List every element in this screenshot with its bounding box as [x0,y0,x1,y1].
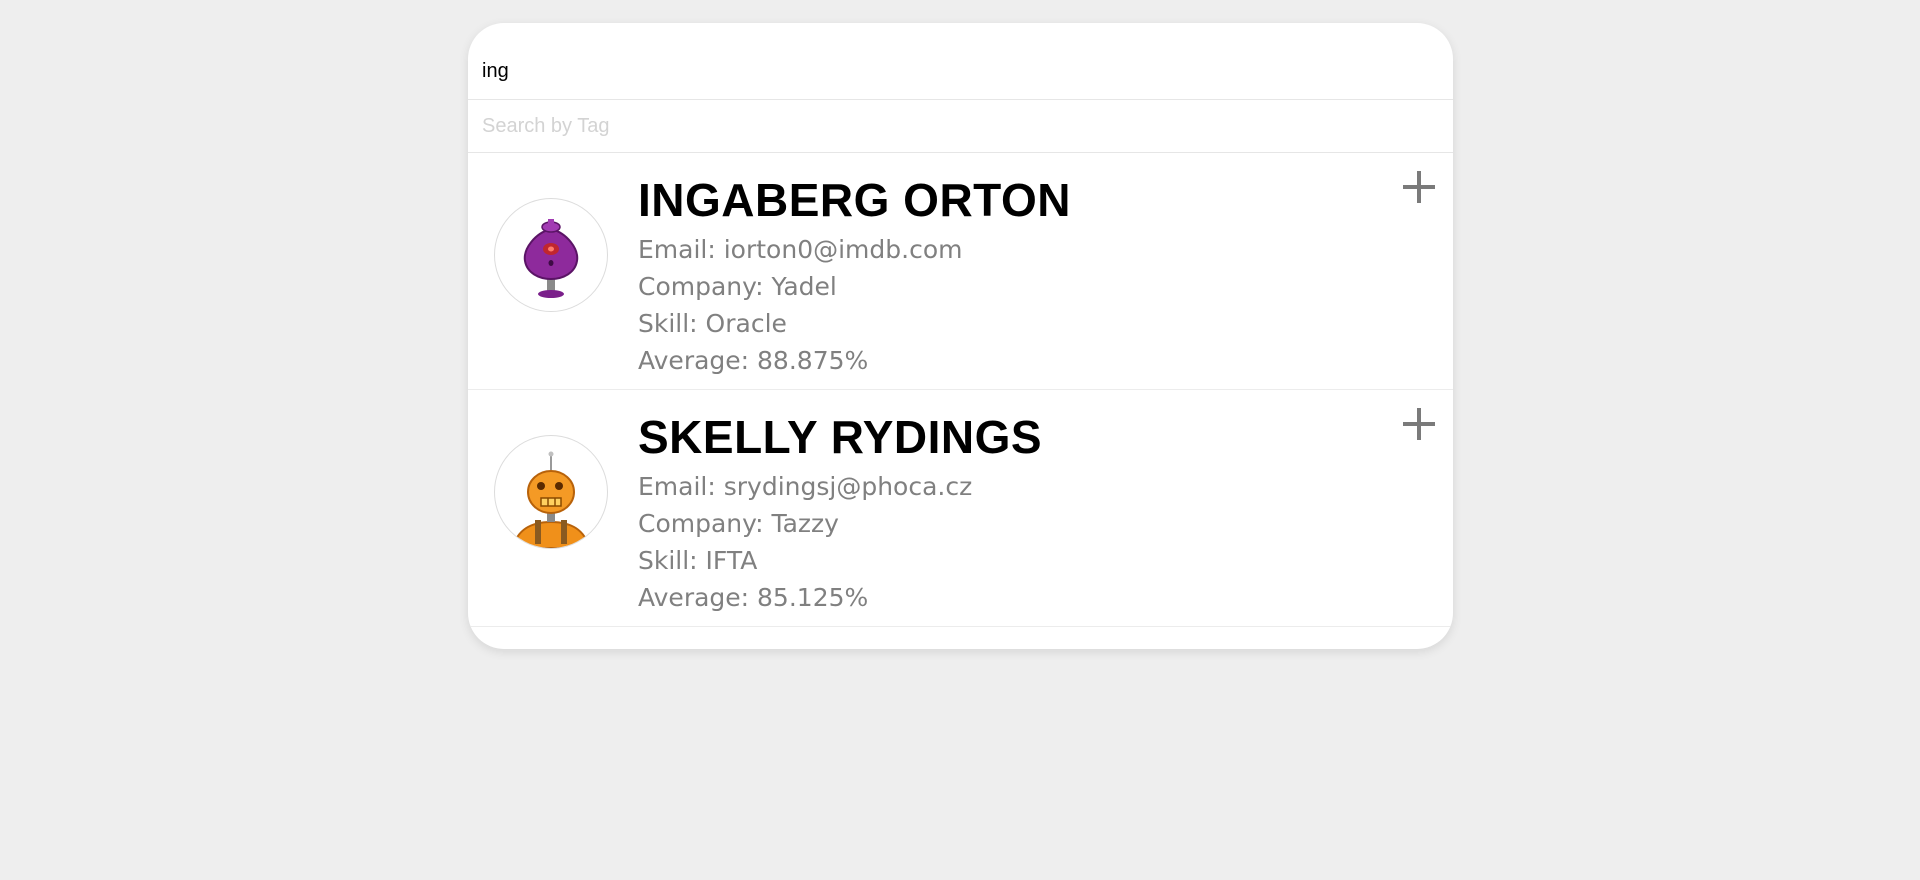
orange-robot-avatar-icon [494,435,608,549]
purple-robot-avatar-icon [494,198,608,312]
student-email: Email: srydingsj@phoca.cz [638,472,973,501]
student-details: Email: iorton0@imdb.com Company: Yadel S… [638,231,1071,379]
student-item: SKELLY RYDINGS Email: srydingsj@phoca.cz… [468,390,1453,627]
expand-plus-icon[interactable] [1403,408,1435,440]
expand-plus-icon[interactable] [1403,171,1435,203]
student-info: SKELLY RYDINGS Email: srydingsj@phoca.cz… [638,412,1042,616]
student-name: SKELLY RYDINGS [638,411,1043,463]
student-average: Average: 88.875% [638,346,869,375]
student-average: Average: 85.125% [638,583,869,612]
student-item: INGABERG ORTON Email: iorton0@imdb.com C… [468,153,1453,390]
student-info: INGABERG ORTON Email: iorton0@imdb.com C… [638,175,1071,379]
student-details: Email: srydingsj@phoca.cz Company: Tazzy… [638,468,1042,616]
student-skill: Skill: IFTA [638,546,758,575]
student-name: INGABERG ORTON [638,174,1071,226]
student-list-card: INGABERG ORTON Email: iorton0@imdb.com C… [468,23,1453,649]
student-skill: Skill: Oracle [638,309,787,338]
search-by-tag-input[interactable] [468,100,1453,153]
student-company: Company: Tazzy [638,509,839,538]
search-by-name-input[interactable] [468,23,1453,100]
student-email: Email: iorton0@imdb.com [638,235,963,264]
student-company: Company: Yadel [638,272,837,301]
